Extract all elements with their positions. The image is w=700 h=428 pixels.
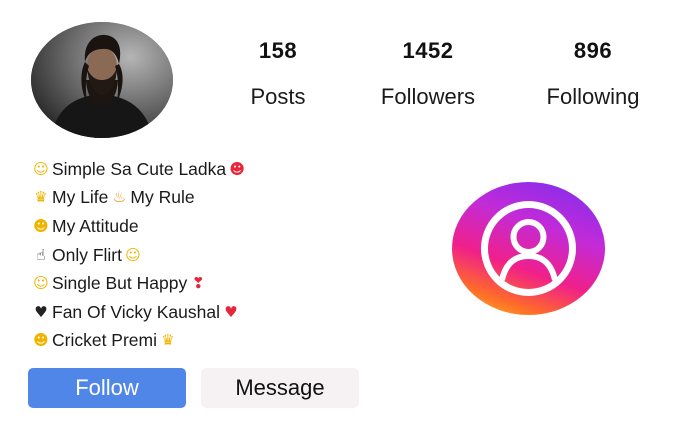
crown-emoji-icon: ♛ <box>34 188 48 207</box>
followers-stat[interactable]: 1452 Followers <box>353 38 503 110</box>
posts-count: 158 <box>258 38 298 63</box>
crown-emoji-icon: ♛ <box>161 331 175 350</box>
bio-text: My Rule <box>130 187 195 208</box>
message-button[interactable]: Message <box>201 368 359 408</box>
smiling-hearts-emoji-icon: ☺ <box>33 274 49 293</box>
bio-line: ♛ My Life ♨ My Rule <box>30 184 360 213</box>
follow-button[interactable]: Follow <box>28 368 186 408</box>
bio-line: ☝ Only Flirt ☺ <box>30 241 360 270</box>
profile-avatar[interactable] <box>31 22 173 138</box>
blushing-emoji-icon: ☺ <box>125 245 141 264</box>
sunglasses-emoji-icon: ☻ <box>33 216 49 235</box>
profile-photo-icon <box>31 22 173 138</box>
posts-label: Posts <box>250 84 306 109</box>
person-emoji-icon: ☺ <box>33 159 49 178</box>
posts-stat[interactable]: 158 Posts <box>203 38 353 110</box>
fire-emoji-icon: ♨ <box>112 188 127 207</box>
following-stat[interactable]: 896 Following <box>518 38 668 110</box>
bio-line: ☺ Simple Sa Cute Ladka ☻ <box>30 155 360 184</box>
profile-bio: ☺ Simple Sa Cute Ladka ☻ ♛ My Life ♨ My … <box>30 155 360 355</box>
followers-label: Followers <box>380 84 476 109</box>
pointing-up-emoji-icon: ☝ <box>36 245 46 264</box>
followers-count: 1452 <box>402 38 454 63</box>
sunglasses-emoji-icon: ☻ <box>33 331 49 350</box>
bio-line: ☻ Cricket Premi ♛ <box>30 327 360 356</box>
instagram-profile-icon <box>481 201 576 296</box>
bio-text: Fan Of Vicky Kaushal <box>52 301 220 322</box>
bio-text: Single But Happy <box>52 273 188 294</box>
bio-text: My Attitude <box>52 215 139 236</box>
bio-text: Cricket Premi <box>52 330 158 351</box>
black-heart-emoji-icon: ♥ <box>34 302 48 321</box>
following-count: 896 <box>573 38 613 63</box>
following-label: Following <box>546 84 640 109</box>
hearts-emoji-icon: ❣ <box>191 274 205 293</box>
bio-line: ♥ Fan Of Vicky Kaushal ♥ <box>30 298 360 327</box>
bio-text: Only Flirt <box>52 244 122 265</box>
instagram-profile-logo <box>452 182 605 315</box>
smiling-hearts-emoji-icon: ☻ <box>229 159 245 178</box>
bio-text: My Life <box>52 187 109 208</box>
bio-line: ☺ Single But Happy ❣ <box>30 269 360 298</box>
bio-line: ☻ My Attitude <box>30 212 360 241</box>
bio-text: Simple Sa Cute Ladka <box>52 158 227 179</box>
red-heart-emoji-icon: ♥ <box>224 302 238 321</box>
